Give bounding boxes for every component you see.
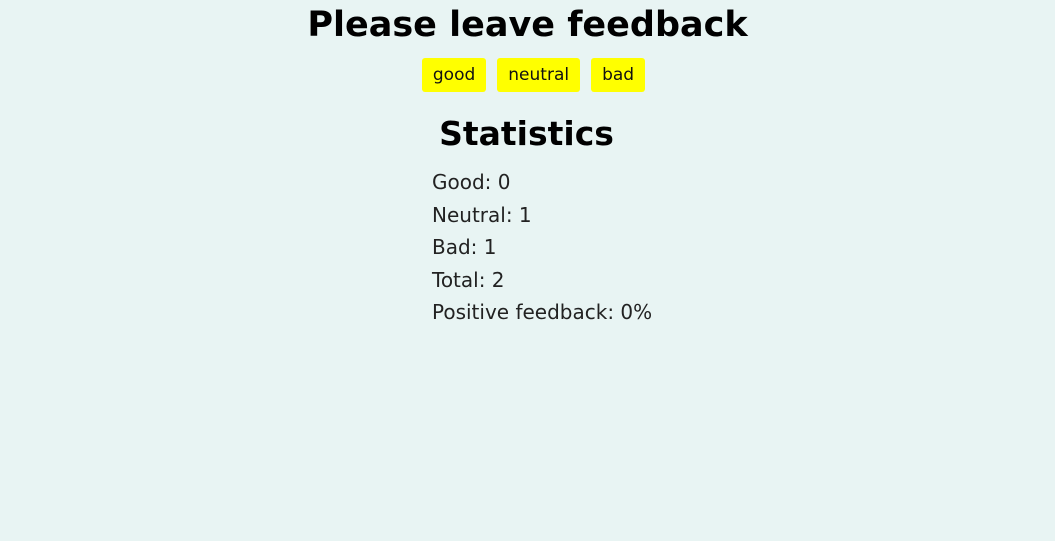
good-button[interactable]: good bbox=[421, 58, 487, 92]
feedback-page: Please leave feedback good neutral bad S… bbox=[0, 0, 1055, 541]
bad-button[interactable]: bad bbox=[591, 58, 646, 92]
stat-total: Total: 2 bbox=[432, 267, 505, 292]
page-title: Please leave feedback bbox=[307, 5, 748, 45]
feedback-buttons: good neutral bad bbox=[0, 58, 1055, 92]
stat-neutral: Neutral: 1 bbox=[432, 202, 532, 227]
statistics-title: Statistics bbox=[439, 114, 614, 153]
stat-good: Good: 0 bbox=[432, 170, 511, 194]
stat-positive-feedback: Positive feedback: 0% bbox=[432, 300, 653, 324]
stat-bad: Bad: 1 bbox=[432, 235, 497, 259]
neutral-button[interactable]: neutral bbox=[497, 58, 581, 92]
statistics-list: Good: 0 Neutral: 1 Bad: 1 Total: 2 Posit… bbox=[0, 166, 1055, 329]
